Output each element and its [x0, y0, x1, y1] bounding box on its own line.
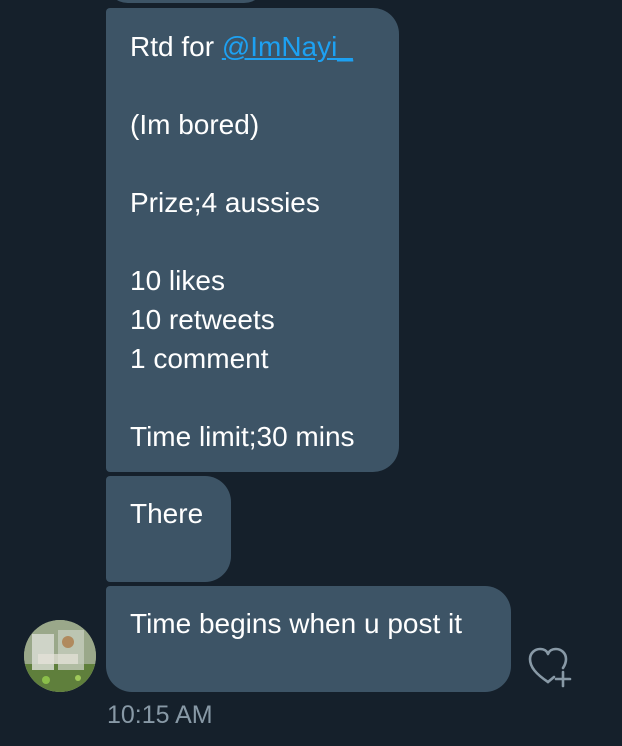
mention-link[interactable]: @ImNayi_ — [222, 31, 353, 62]
message-line: Prize;4 aussies — [130, 187, 320, 218]
dm-conversation: Rtd for @ImNayi_ (Im bored) Prize;4 auss… — [0, 0, 622, 746]
avatar-image — [24, 620, 96, 692]
message-bubble-1[interactable]: Rtd for @ImNayi_ (Im bored) Prize;4 auss… — [106, 8, 399, 472]
message-text: There — [130, 498, 204, 529]
message-line — [130, 222, 375, 261]
message-line: 1 comment — [130, 343, 269, 374]
message-line — [130, 144, 375, 183]
message-timestamp: 10:15 AM — [107, 701, 213, 729]
message-line — [130, 378, 375, 417]
message-line: Time limit;30 mins — [130, 421, 355, 452]
message-bubble-2[interactable]: There — [106, 476, 231, 582]
message-text: Time begins when u post it — [130, 608, 463, 639]
message-line — [130, 66, 375, 105]
message-bubble-3[interactable]: Time begins when u post it — [106, 586, 511, 692]
heart-plus-icon[interactable] — [528, 646, 576, 690]
message-text: Rtd for — [130, 31, 222, 62]
message-line: 10 retweets — [130, 304, 275, 335]
message-line: (Im bored) — [130, 109, 260, 140]
previous-message-bubble[interactable] — [106, 0, 266, 3]
avatar[interactable] — [24, 620, 96, 692]
message-line: 10 likes — [130, 265, 225, 296]
message-line: Rtd for @ImNayi_ — [130, 27, 375, 66]
